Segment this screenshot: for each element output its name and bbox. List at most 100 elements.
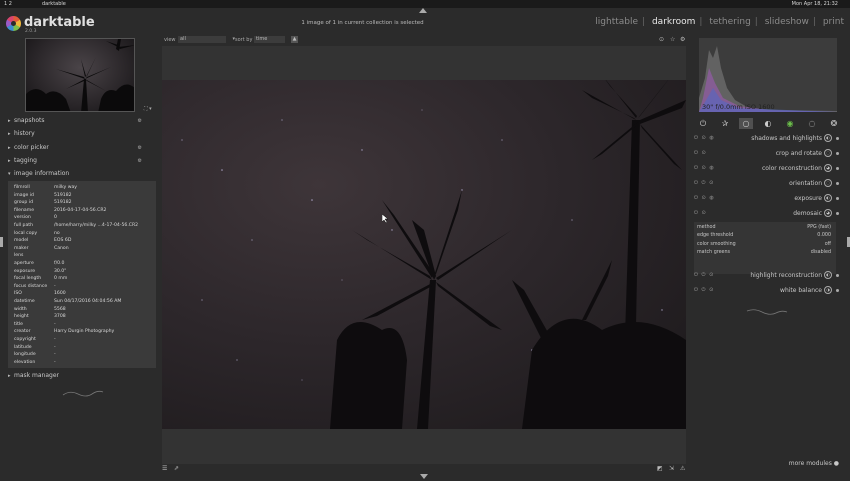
param-row[interactable]: edge threshold 0.000 bbox=[697, 233, 833, 240]
module-icon: ◑ bbox=[824, 286, 832, 294]
info-row: elevation - bbox=[14, 360, 154, 367]
info-key: width bbox=[14, 306, 27, 312]
collapse-bottom-panel-arrow-icon[interactable] bbox=[420, 474, 428, 479]
view-darkroom[interactable]: darkroom bbox=[652, 17, 695, 27]
param-label: color smoothing bbox=[697, 241, 736, 247]
sort-order-icon[interactable]: ▲ bbox=[291, 36, 298, 43]
preset-gear-icon[interactable]: ⚙ bbox=[138, 118, 142, 124]
info-key: title bbox=[14, 321, 23, 327]
module-exposure[interactable]: ⏻ ⊙ ◍ exposure ◐ bbox=[690, 192, 842, 206]
preset-gear-icon[interactable]: ⚙ bbox=[138, 145, 142, 151]
view-filter-dropdown[interactable]: all bbox=[178, 36, 235, 43]
sort-dropdown[interactable]: time bbox=[254, 36, 294, 43]
module-enabled-dot-icon bbox=[836, 197, 839, 200]
navigation-thumbnail[interactable] bbox=[25, 38, 135, 112]
module-controls[interactable]: ⏻ ⊙ bbox=[694, 150, 707, 156]
info-key: creator bbox=[14, 329, 31, 335]
param-label: method bbox=[697, 225, 716, 230]
color-icon[interactable]: ◉ bbox=[783, 118, 797, 129]
module-highlight-reconstruction[interactable]: ⏻ ⏻ ⊙ highlight reconstruction ◐ bbox=[690, 269, 842, 283]
param-row[interactable]: color smoothing off bbox=[697, 242, 833, 249]
view-slideshow[interactable]: slideshow bbox=[765, 17, 809, 27]
section-tagging[interactable]: ▸ tagging ⚙ bbox=[8, 157, 156, 168]
section-mask-manager[interactable]: ▸ mask manager bbox=[8, 372, 156, 383]
collapse-right-panel-arrow-icon[interactable] bbox=[846, 237, 850, 247]
section-color-picker[interactable]: ▸ color picker ⚙ bbox=[8, 144, 156, 155]
module-demosaic[interactable]: ⏻ ⊙ demosaic ◕ bbox=[690, 207, 842, 221]
softproof-icon[interactable]: ⇲ bbox=[669, 465, 674, 472]
info-key: full path bbox=[14, 223, 33, 228]
info-key: version bbox=[14, 215, 31, 221]
param-value[interactable]: 0.000 bbox=[817, 233, 831, 238]
info-key: ISO bbox=[14, 291, 22, 297]
image-information-panel: filmroll milky way image id 519182 group id 5… bbox=[8, 181, 156, 368]
section-image-information[interactable]: ▾ image information bbox=[8, 170, 156, 181]
param-value[interactable]: PPG (fast) bbox=[807, 225, 831, 230]
module-crop-and-rotate[interactable]: ⏻ ⊙ crop and rotate ◌ bbox=[690, 147, 842, 161]
histogram-exif-text: 30" f/0.0mm ISO 1600 bbox=[702, 103, 775, 111]
param-value[interactable]: off bbox=[825, 242, 831, 247]
view-print[interactable]: print bbox=[823, 17, 844, 27]
collapse-left-panel-arrow-icon[interactable] bbox=[0, 237, 3, 247]
circle-icon[interactable]: ○ bbox=[739, 118, 753, 129]
system-bar: 1 2 darktable Mon Apr 18, 21:32 bbox=[0, 0, 850, 8]
module-controls[interactable]: ⏻ ⏻ ⊙ bbox=[694, 180, 714, 186]
gear-icon[interactable]: ⚙ bbox=[680, 36, 685, 43]
quick-access-menu-icon[interactable]: ☰ bbox=[162, 465, 167, 472]
view-lighttable[interactable]: lighttable bbox=[595, 17, 638, 27]
module-controls[interactable]: ⏻ ⏻ ⊙ bbox=[694, 287, 714, 293]
info-row: aperture f/0.0 bbox=[14, 261, 154, 268]
module-shadows-and-highlights[interactable]: ⏻ ⊙ ◍ shadows and highlights ◐ bbox=[690, 132, 842, 146]
info-value: no bbox=[54, 230, 60, 236]
taskbar-app-name[interactable]: darktable bbox=[42, 1, 66, 7]
preset-gear-icon[interactable]: ⚙ bbox=[138, 158, 142, 164]
param-row[interactable]: match greens disabled bbox=[697, 250, 833, 257]
section-history[interactable]: ▸ history bbox=[8, 130, 156, 141]
gamut-check-icon[interactable]: ⚠ bbox=[680, 465, 685, 472]
workspace-switcher[interactable]: 1 2 bbox=[4, 1, 12, 7]
info-row: maker Canon bbox=[14, 246, 154, 253]
power-icon[interactable]: ⏻ bbox=[696, 118, 710, 129]
star-icon[interactable]: ✰ bbox=[718, 118, 732, 129]
zoom-control[interactable]: ⛶ ▾ bbox=[144, 106, 152, 112]
info-row: full path/home/harry/milky ...4-17-04-56… bbox=[14, 223, 154, 230]
module-controls[interactable]: ⏻ ⊙ ◍ bbox=[694, 195, 715, 201]
color-picker-icon[interactable]: ⊙ bbox=[659, 36, 664, 43]
module-orientation[interactable]: ⏻ ⏻ ⊙ orientation ◌ bbox=[690, 177, 842, 191]
info-row: focal length 0 mm bbox=[14, 276, 154, 283]
info-value: f/0.0 bbox=[54, 261, 65, 266]
histogram[interactable]: 30" f/0.0mm ISO 1600 bbox=[699, 38, 837, 112]
info-value: Sun 04/17/2016 04:04:56 AM bbox=[54, 299, 122, 304]
module-controls[interactable]: ⏻ ⊙ ◍ bbox=[694, 135, 715, 141]
panel-end-ornament-icon bbox=[62, 390, 104, 397]
module-controls[interactable]: ⏻ ⊙ ◍ bbox=[694, 165, 715, 171]
overexposure-icon[interactable]: ◩ bbox=[657, 465, 663, 472]
module-controls[interactable]: ⏻ ⏻ ⊙ bbox=[694, 272, 714, 278]
styles-icon[interactable]: ⇗ bbox=[174, 465, 179, 472]
info-row: datetime Sun 04/17/2016 04:04:56 AM bbox=[14, 299, 154, 306]
module-color-reconstruction[interactable]: ⏻ ⊙ ◍ color reconstruction ◕ bbox=[690, 162, 842, 176]
view-tethering[interactable]: tethering bbox=[709, 17, 750, 27]
info-key: group id bbox=[14, 200, 33, 206]
param-row[interactable]: method PPG (fast) bbox=[697, 225, 833, 232]
module-controls[interactable]: ⏻ ⊙ bbox=[694, 210, 707, 216]
more-modules-button[interactable]: more modules ● bbox=[789, 460, 839, 467]
section-snapshots[interactable]: ▸ snapshots ⚙ bbox=[8, 117, 156, 128]
star-icon[interactable]: ☆ bbox=[670, 36, 675, 43]
collapse-top-panel-arrow-icon[interactable] bbox=[419, 8, 427, 13]
contrast-icon[interactable]: ◐ bbox=[761, 118, 775, 129]
correct-icon[interactable]: ◌ bbox=[805, 118, 819, 129]
module-expanded-icon bbox=[836, 212, 839, 215]
info-row: group id 519182 bbox=[14, 200, 154, 207]
info-key: elevation bbox=[14, 359, 36, 365]
module-white-balance[interactable]: ⏻ ⏻ ⊙ white balance ◑ bbox=[690, 284, 842, 298]
main-image[interactable] bbox=[162, 80, 686, 429]
bottom-toolbar: ☰ ⇗ ◩ ⇲ ⚠ bbox=[162, 464, 686, 474]
module-enabled-dot-icon bbox=[836, 274, 839, 277]
info-value: - bbox=[54, 283, 56, 289]
effect-icon[interactable]: ❂ bbox=[827, 118, 841, 129]
module-icon: ◕ bbox=[824, 164, 832, 172]
info-row: filename 2016-04-17-04-56.CR2 bbox=[14, 208, 154, 215]
view-switcher: lighttable | darkroom | tethering | slidesh… bbox=[595, 17, 844, 27]
param-value[interactable]: disabled bbox=[811, 250, 831, 255]
